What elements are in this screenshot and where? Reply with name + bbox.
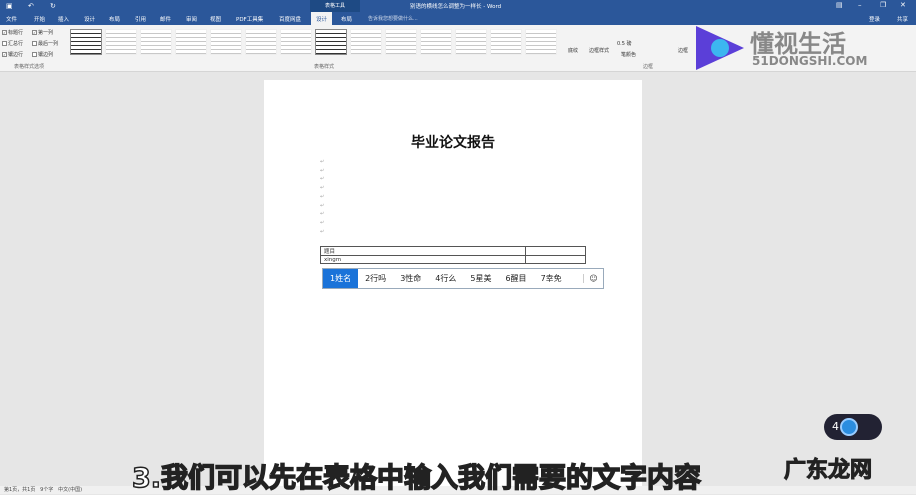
header-row-checkbox[interactable]: ✓ 标题行 bbox=[2, 29, 23, 36]
tab-file[interactable]: 文件 bbox=[6, 15, 17, 23]
table-row: 题目 bbox=[319, 246, 586, 256]
widget-value: 4 bbox=[832, 420, 839, 433]
table-tools-label: 表格工具 bbox=[310, 0, 360, 12]
share-button[interactable]: 共享 bbox=[897, 15, 908, 23]
emoji-icon[interactable]: ☺ bbox=[583, 274, 603, 283]
group-label-borders: 边框 bbox=[643, 64, 654, 70]
ime-candidate-bar: 1姓名 2行吗 3性命 4行么 5星美 6醒目 7幸免 ☺ bbox=[322, 268, 604, 289]
group-label-style-options: 表格样式选项 bbox=[14, 64, 45, 70]
table-style[interactable] bbox=[315, 29, 347, 55]
minimize-button[interactable]: – bbox=[858, 1, 862, 9]
tab-baidu-netdisk[interactable]: 百度网盘 bbox=[279, 15, 301, 23]
table-style[interactable] bbox=[70, 29, 102, 55]
video-subtitle: 3.我们可以先在表格中输入我们需要的文字内容 bbox=[131, 462, 702, 495]
save-icon[interactable]: ▣ bbox=[6, 2, 13, 10]
last-column-checkbox[interactable]: 最后一列 bbox=[32, 40, 58, 47]
tab-view[interactable]: 视图 bbox=[210, 15, 221, 23]
table-row: xingm bbox=[319, 255, 586, 264]
ime-candidate[interactable]: 5星美 bbox=[463, 269, 498, 288]
table-cell[interactable] bbox=[525, 255, 586, 264]
tab-references[interactable]: 引用 bbox=[135, 15, 146, 23]
site-logo: 懂视生活 51DONGSHI.COM bbox=[690, 22, 890, 74]
tab-pdf-tools[interactable]: PDF工具集 bbox=[236, 15, 263, 23]
group-label-table-styles: 表格样式 bbox=[314, 64, 335, 70]
table-style[interactable] bbox=[175, 29, 207, 55]
table-cell[interactable] bbox=[525, 246, 586, 256]
table-style[interactable] bbox=[490, 29, 522, 55]
first-column-checkbox[interactable]: ✓ 第一列 bbox=[32, 29, 53, 36]
table-style[interactable] bbox=[420, 29, 452, 55]
ime-candidate[interactable]: 7幸免 bbox=[534, 269, 569, 288]
table-cell[interactable]: 题目 bbox=[319, 246, 527, 256]
ime-candidate[interactable]: 6醒目 bbox=[498, 269, 533, 288]
table-style[interactable] bbox=[210, 29, 242, 55]
borders-button[interactable]: 边框 bbox=[678, 47, 688, 54]
window-title: 别语的横线怎么调整为一样长 - Word bbox=[410, 4, 502, 10]
table-style[interactable] bbox=[245, 29, 277, 55]
tab-table-layout[interactable]: 布局 bbox=[341, 15, 352, 23]
table-style[interactable] bbox=[385, 29, 417, 55]
page-count: 第1页，共1页 bbox=[4, 487, 36, 493]
tab-design[interactable]: 设计 bbox=[84, 15, 95, 23]
widget-circle-icon bbox=[840, 418, 858, 436]
pen-weight-select[interactable]: 0.5 磅 bbox=[617, 40, 632, 47]
restore-button[interactable]: ❐ bbox=[880, 1, 886, 9]
empty-paragraphs: ↵ ↵ ↵ ↵ ↵ ↵ ↵ ↵ ↵ bbox=[320, 159, 325, 235]
document-title: 毕业论文报告 bbox=[411, 135, 495, 151]
banded-columns-checkbox[interactable]: 镶边列 bbox=[32, 51, 53, 58]
pen-color-button[interactable]: 笔颜色 bbox=[621, 51, 636, 58]
ime-candidate[interactable]: 3性命 bbox=[393, 269, 428, 288]
undo-icon[interactable]: ↶ bbox=[28, 2, 34, 10]
shading-button[interactable]: 底纹 bbox=[568, 47, 578, 54]
tab-layout[interactable]: 布局 bbox=[109, 15, 120, 23]
speed-widget: 4 bbox=[824, 414, 882, 440]
ime-candidate[interactable]: 2行吗 bbox=[358, 269, 393, 288]
table-style[interactable] bbox=[525, 29, 557, 55]
tab-review[interactable]: 审阅 bbox=[186, 15, 197, 23]
tell-me-search[interactable]: 告诉我您想要做什么... bbox=[368, 15, 418, 22]
table-style[interactable] bbox=[350, 29, 382, 55]
tab-insert[interactable]: 插入 bbox=[58, 15, 69, 23]
close-button[interactable]: ✕ bbox=[900, 1, 906, 9]
ribbon-display-icon[interactable]: ▤ bbox=[836, 1, 843, 9]
table-style[interactable] bbox=[105, 29, 137, 55]
table-style[interactable] bbox=[140, 29, 172, 55]
word-count: 9个字 bbox=[40, 487, 54, 493]
title-bar: ▣ ↶ ↻ 表格工具 别语的横线怎么调整为一样长 - Word ▤ – ❐ ✕ bbox=[0, 0, 916, 12]
redo-icon[interactable]: ↻ bbox=[50, 2, 56, 10]
document-table: 题目 xingm bbox=[319, 246, 586, 264]
ime-candidate[interactable]: 4行么 bbox=[428, 269, 463, 288]
tab-home[interactable]: 开始 bbox=[34, 15, 45, 23]
border-styles-button[interactable]: 边框样式 bbox=[589, 47, 609, 54]
table-cell[interactable]: xingm bbox=[319, 255, 527, 264]
tab-mailings[interactable]: 邮件 bbox=[160, 15, 171, 23]
tab-table-design[interactable]: 设计 bbox=[311, 12, 333, 25]
table-styles-gallery bbox=[70, 29, 562, 57]
logo-en-text: 51DONGSHI.COM bbox=[752, 54, 868, 68]
ime-candidate[interactable]: 1姓名 bbox=[323, 269, 359, 288]
language[interactable]: 中文(中国) bbox=[58, 487, 82, 493]
total-row-checkbox[interactable]: 汇总行 bbox=[2, 40, 23, 47]
banded-rows-checkbox[interactable]: ✓ 镶边行 bbox=[2, 51, 23, 58]
table-style[interactable] bbox=[280, 29, 312, 55]
watermark: 广东龙网 bbox=[783, 458, 873, 484]
table-style[interactable] bbox=[455, 29, 487, 55]
